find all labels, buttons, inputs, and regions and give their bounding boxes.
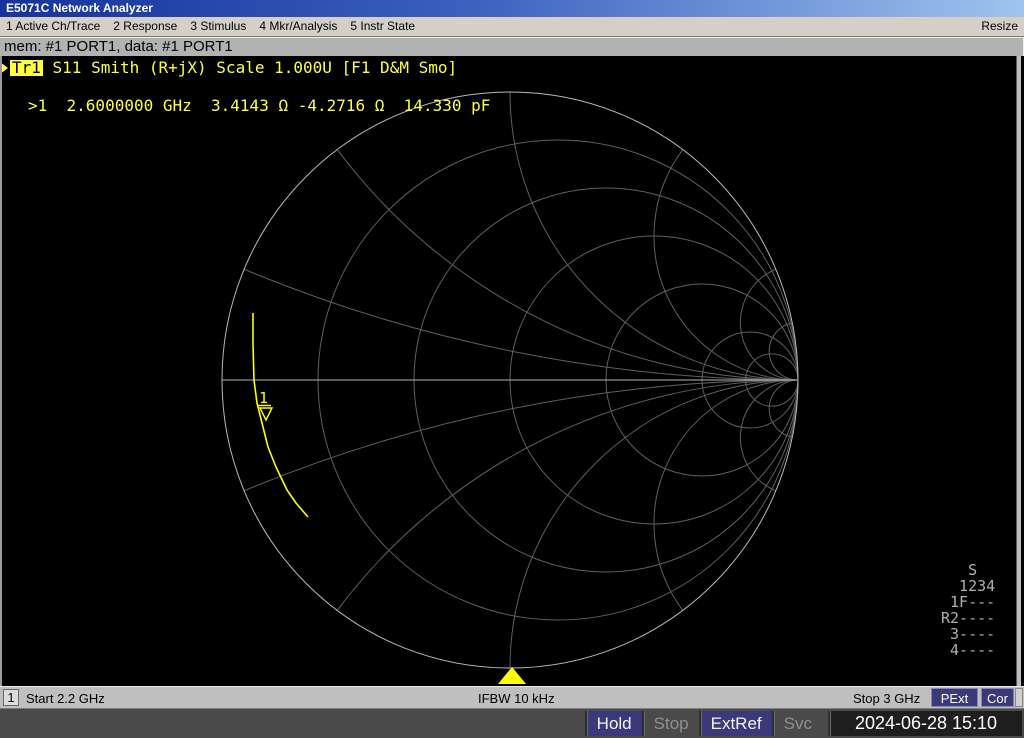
display-left-border [0, 56, 2, 686]
memory-trace-text: mem: #1 PORT1, data: #1 PORT1 [4, 38, 233, 55]
menu-items: 1 Active Ch/Trace 2 Response 3 Stimulus 4 M… [0, 17, 428, 36]
instrument-state-svc: Svc [771, 711, 822, 736]
window-title: E5071C Network Analyzer [6, 1, 153, 15]
marker-1-label: 1 [259, 389, 268, 407]
status-bar: 1 Start 2.2 GHz IFBW 10 kHz Stop 3 GHz P… [0, 686, 1024, 708]
instrument-state-hold: Hold [584, 711, 642, 736]
trace-header: Tr1 S11 Smith (R+jX) Scale 1.000U [F1 D&… [0, 58, 458, 77]
instrument-status-bar: Hold Stop ExtRef Svc 2024-06-28 15:10 [0, 708, 1024, 738]
channel-number-box: 1 [3, 689, 19, 706]
marker-1-icon [258, 407, 274, 422]
stimulus-position-icon [498, 667, 526, 684]
datetime-display: 2024-06-28 15:10 [828, 711, 1022, 736]
menu-item-resize[interactable]: Resize [981, 17, 1018, 36]
instrument-screen: E5071C Network Analyzer 1 Active Ch/Trac… [0, 0, 1024, 738]
menu-item-1[interactable]: 1 Active Ch/Trace [6, 17, 100, 36]
smith-grid-line [653, 379, 799, 611]
instrument-state-extref: ExtRef [698, 711, 772, 736]
marker-readout: >1 2.6000000 GHz 3.4143 Ω -4.2716 Ω 14.3… [28, 96, 491, 115]
instrument-status-items: Hold Stop ExtRef Svc [584, 711, 822, 736]
sweep-start-label: Start 2.2 GHz [26, 691, 105, 706]
s11-trace [252, 313, 309, 518]
graticule-area: 1 Tr1 S11 Smith (R+jX) Scale 1.000U [F1 … [0, 56, 1024, 686]
display-right-border [1016, 56, 1021, 686]
memory-trace-bar: mem: #1 PORT1, data: #1 PORT1 [0, 36, 1024, 56]
pext-indicator: PExt [931, 688, 978, 707]
trace-name-chip[interactable]: Tr1 [10, 59, 43, 76]
menu-item-3[interactable]: 3 Stimulus [190, 17, 246, 36]
cor-indicator: Cor [981, 688, 1014, 707]
menu-item-2[interactable]: 2 Response [113, 17, 177, 36]
ifbw-label: IFBW 10 kHz [478, 691, 555, 706]
smith-chart: 1 [221, 91, 799, 684]
trace-format-text: S11 Smith (R+jX) Scale 1.000U [F1 D&M Sm… [42, 58, 458, 77]
menu-item-5[interactable]: 5 Instr State [350, 17, 415, 36]
smith-grid-line [653, 149, 799, 381]
menu-bar: 1 Active Ch/Trace 2 Response 3 Stimulus 4 M… [0, 17, 1024, 36]
sweep-stop-label: Stop 3 GHz [853, 691, 921, 706]
instrument-state-stop: Stop [641, 711, 699, 736]
menu-item-4[interactable]: 4 Mkr/Analysis [259, 17, 337, 36]
window-titlebar[interactable]: E5071C Network Analyzer [0, 0, 1024, 17]
empty-indicator-box [1015, 688, 1023, 707]
channel-trace-status: S 1234 1F--- R2---- 3---- 4---- [941, 561, 996, 659]
